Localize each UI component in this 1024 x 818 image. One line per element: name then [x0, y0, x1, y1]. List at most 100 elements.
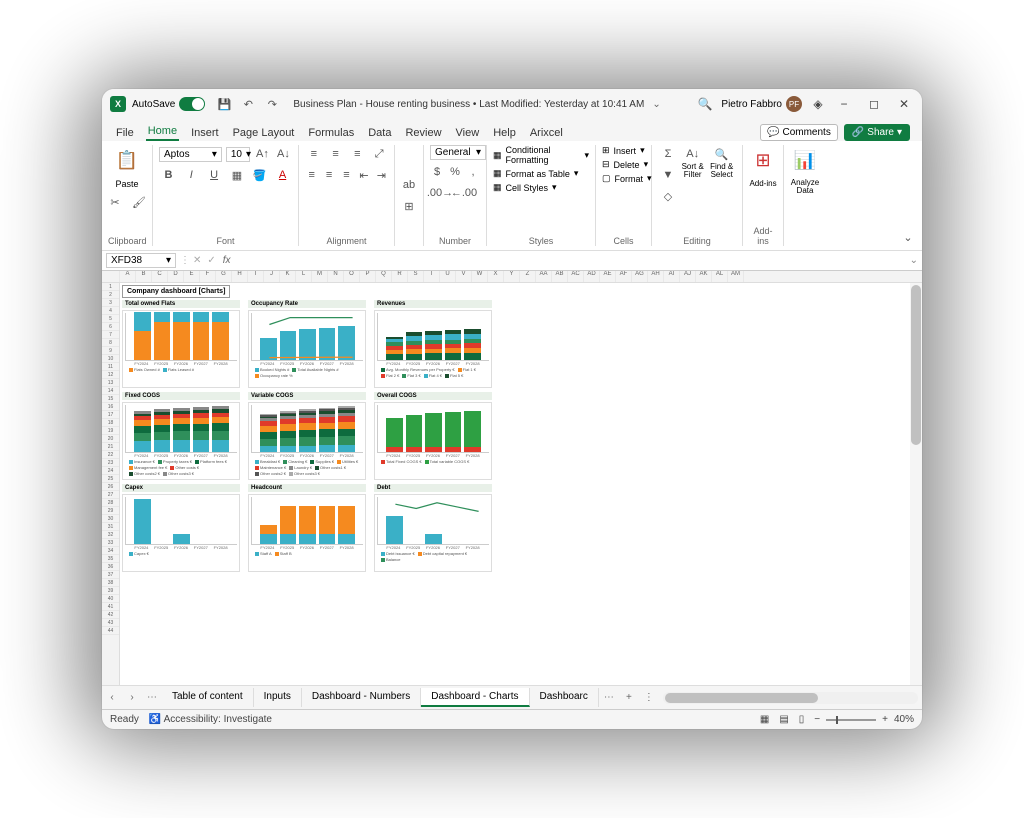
chart-body[interactable]: FY2024FY2025FY2026FY2027FY2028Debt issua…	[374, 494, 492, 572]
enter-formula-icon[interactable]: ✓	[204, 255, 218, 266]
tab-arixcel[interactable]: Arixcel	[528, 125, 565, 141]
zoom-out-icon[interactable]: −	[814, 714, 820, 725]
sort-filter-icon[interactable]: A↓	[683, 145, 703, 163]
chart-body[interactable]: FY2024FY2025FY2026FY2027FY2028Avg. Month…	[374, 310, 492, 388]
borders-icon[interactable]: ▦	[227, 166, 246, 184]
align-bottom-icon[interactable]: ≡	[349, 145, 367, 163]
align-center-icon[interactable]: ≡	[322, 166, 335, 184]
fill-icon[interactable]: ▼	[658, 166, 678, 184]
comments-button[interactable]: 💬 Comments	[760, 124, 838, 141]
tab-help[interactable]: Help	[491, 125, 518, 141]
scroll-thumb[interactable]	[911, 285, 921, 445]
tab-review[interactable]: Review	[403, 125, 443, 141]
view-page-layout-icon[interactable]: ▤	[779, 714, 788, 725]
expand-formula-icon[interactable]: ⌄	[906, 255, 922, 266]
wrap-text-icon[interactable]: ab	[399, 176, 419, 194]
sheet-tab-inputs[interactable]: Inputs	[254, 688, 302, 707]
align-top-icon[interactable]: ≡	[305, 145, 323, 163]
tab-formulas[interactable]: Formulas	[306, 125, 356, 141]
number-format-dropdown[interactable]: General▾	[430, 145, 486, 160]
tab-page-layout[interactable]: Page Layout	[231, 125, 297, 141]
vertical-scrollbar[interactable]	[910, 283, 922, 685]
collapse-ribbon-icon[interactable]: ⌄	[898, 228, 918, 246]
decrease-font-icon[interactable]: A↓	[275, 145, 292, 163]
chart-body[interactable]: FY2024FY2025FY2026FY2027FY2028Capex €	[122, 494, 240, 572]
merge-icon[interactable]: ⊞	[399, 198, 419, 216]
row-headers[interactable]: 1234567891011121314151617181920212223242…	[102, 283, 120, 685]
search-icon[interactable]: 🔍	[695, 94, 715, 114]
close-button[interactable]: ✕	[894, 94, 914, 114]
grid-content[interactable]: Company dashboard [Charts] Total owned F…	[120, 283, 922, 685]
fx-icon[interactable]: fx	[219, 255, 235, 266]
decrease-decimal-icon[interactable]: ←.00	[454, 184, 474, 202]
sheet-tab-dashboard-charts[interactable]: Dashboard - Charts	[421, 688, 529, 707]
insert-cells-button[interactable]: ⊞ Insert ▾	[602, 145, 645, 156]
orientation-icon[interactable]: ⤢	[370, 145, 388, 163]
diamond-icon[interactable]: ◈	[808, 94, 828, 114]
underline-button[interactable]: U	[205, 166, 224, 184]
increase-font-icon[interactable]: A↑	[254, 145, 271, 163]
analyze-data-icon[interactable]: 📊	[790, 145, 820, 175]
tab-nav-next[interactable]: ›	[122, 692, 142, 703]
font-name-dropdown[interactable]: Aptos▾	[159, 147, 222, 162]
chevron-down-icon[interactable]: ⌄	[652, 99, 660, 110]
tab-home[interactable]: Home	[146, 123, 179, 141]
horizontal-scrollbar[interactable]	[663, 692, 918, 704]
cell-styles-button[interactable]: ▦ Cell Styles ▾	[493, 182, 589, 193]
align-right-icon[interactable]: ≡	[340, 166, 353, 184]
chart-body[interactable]: FY2024FY2025FY2026FY2027FY2028Breakfast …	[248, 402, 366, 480]
user-account[interactable]: Pietro Fabbro PF	[721, 96, 802, 112]
format-cells-button[interactable]: ▢ Format ▾	[602, 173, 645, 184]
sheet-tab-dashboarc[interactable]: Dashboarc	[530, 688, 599, 707]
undo-icon[interactable]: ↶	[239, 95, 257, 113]
autosum-icon[interactable]: Σ	[658, 145, 678, 163]
cut-icon[interactable]: ✂	[105, 193, 125, 211]
accessibility-button[interactable]: ♿ Accessibility: Investigate	[149, 714, 272, 725]
hscroll-thumb[interactable]	[665, 693, 818, 703]
clear-icon[interactable]: ◇	[658, 187, 678, 205]
tab-data[interactable]: Data	[366, 125, 393, 141]
indent-decrease-icon[interactable]: ⇤	[357, 166, 370, 184]
formula-input[interactable]	[235, 254, 906, 267]
percent-icon[interactable]: %	[448, 163, 462, 181]
format-as-table-button[interactable]: ▦ Format as Table ▾	[493, 168, 589, 179]
find-select-icon[interactable]: 🔍	[712, 145, 732, 163]
save-icon[interactable]: 💾	[215, 95, 233, 113]
format-painter-icon[interactable]: 🖌	[129, 193, 149, 211]
cancel-formula-icon[interactable]: ✕	[190, 255, 204, 266]
autosave-toggle[interactable]: AutoSave	[132, 97, 205, 111]
minimize-button[interactable]: −	[834, 94, 854, 114]
redo-icon[interactable]: ↷	[263, 95, 281, 113]
view-normal-icon[interactable]: ▦	[760, 714, 769, 725]
chart-body[interactable]: FY2024FY2025FY2026FY2027FY2028Booked Nig…	[248, 310, 366, 388]
increase-decimal-icon[interactable]: .00→	[430, 184, 450, 202]
toggle-on-icon[interactable]	[179, 97, 205, 111]
indent-increase-icon[interactable]: ⇥	[375, 166, 388, 184]
tab-more-icon[interactable]: ⋯	[142, 692, 162, 703]
tab-more-right-icon[interactable]: ⋯	[599, 692, 619, 703]
tab-view[interactable]: View	[454, 125, 482, 141]
chart-body[interactable]: FY2024FY2025FY2026FY2027FY2028Staff ASta…	[248, 494, 366, 572]
italic-button[interactable]: I	[182, 166, 201, 184]
bold-button[interactable]: B	[159, 166, 178, 184]
sheet-tab-dashboard-numbers[interactable]: Dashboard - Numbers	[302, 688, 421, 707]
chart-body[interactable]: FY2024FY2025FY2026FY2027FY2028Insurance …	[122, 402, 240, 480]
zoom-in-icon[interactable]: +	[882, 714, 888, 725]
tab-insert[interactable]: Insert	[189, 125, 221, 141]
font-size-dropdown[interactable]: 10▾	[226, 147, 250, 162]
conditional-formatting-button[interactable]: ▦ Conditional Formatting ▾	[493, 145, 589, 165]
column-headers[interactable]: ABCDEFGHIJKLMNOPQRSTUVWXYZAAABACADAEAFAG…	[102, 271, 922, 283]
chart-body[interactable]: FY2024FY2025FY2026FY2027FY2028Total Fixe…	[374, 402, 492, 480]
delete-cells-button[interactable]: ⊟ Delete ▾	[602, 159, 645, 170]
zoom-control[interactable]: − + 40%	[814, 714, 914, 725]
font-color-icon[interactable]: A	[273, 166, 292, 184]
currency-icon[interactable]: $	[430, 163, 444, 181]
tab-nav-prev[interactable]: ‹	[102, 692, 122, 703]
tab-file[interactable]: File	[114, 125, 136, 141]
addins-icon[interactable]: ⊞	[748, 145, 778, 175]
view-page-break-icon[interactable]: ▯	[799, 714, 805, 725]
new-sheet-button[interactable]: +	[619, 692, 639, 703]
restore-button[interactable]: ◻	[864, 94, 884, 114]
align-left-icon[interactable]: ≡	[305, 166, 318, 184]
align-middle-icon[interactable]: ≡	[327, 145, 345, 163]
